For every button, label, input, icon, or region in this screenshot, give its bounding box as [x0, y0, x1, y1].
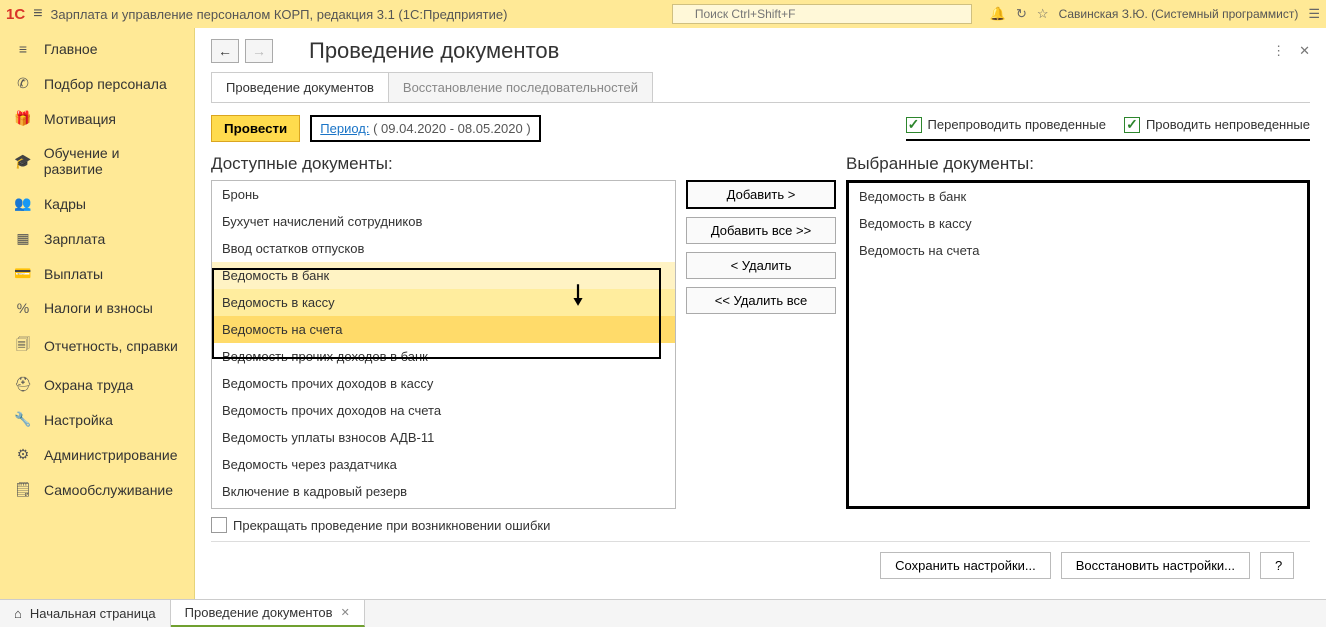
post-unposted-checkbox[interactable]: ✓ Проводить непроведенные — [1124, 117, 1310, 133]
sidebar-icon: % — [14, 300, 32, 316]
sidebar-label: Самообслуживание — [44, 482, 173, 498]
available-label: Доступные документы: — [211, 154, 676, 174]
sidebar-icon: 🔧 — [14, 411, 32, 428]
available-row[interactable]: Ведомость на счета — [212, 316, 675, 343]
sidebar-label: Кадры — [44, 196, 86, 212]
available-row[interactable]: Включение в кадровый резерв — [212, 478, 675, 505]
logo-1c: 1C — [6, 6, 25, 23]
stop-on-error-checkbox[interactable] — [211, 517, 227, 533]
save-settings-button[interactable]: Сохранить настройки... — [880, 552, 1051, 579]
sidebar-label: Охрана труда — [44, 377, 133, 393]
sidebar-item-8[interactable]: 🗐 Отчетность, справки — [0, 325, 194, 367]
sidebar-item-5[interactable]: ▦ Зарплата — [0, 221, 194, 256]
available-list[interactable]: 🠗 БроньБухучет начислений сотрудниковВво… — [211, 180, 676, 509]
sidebar-label: Выплаты — [44, 266, 103, 282]
sidebar-item-2[interactable]: 🎁 Мотивация — [0, 101, 194, 136]
sidebar-label: Настройка — [44, 412, 113, 428]
close-icon[interactable]: ✕ — [1299, 43, 1310, 59]
sidebar-label: Обучение и развитие — [44, 145, 180, 177]
available-row[interactable]: Ведомость прочих доходов в кассу — [212, 370, 675, 397]
sidebar-label: Подбор персонала — [44, 76, 167, 92]
selected-label: Выбранные документы: — [846, 154, 1310, 174]
available-row[interactable]: Ведомость уплаты взносов АДВ-11 — [212, 424, 675, 451]
tab-processing[interactable]: Проведение документов — [211, 72, 389, 102]
available-row[interactable]: Бронь — [212, 181, 675, 208]
nav-forward-button[interactable]: → — [245, 39, 273, 63]
user-label[interactable]: Савинская З.Ю. (Системный программист) — [1059, 7, 1299, 21]
available-row[interactable]: Ведомость прочих доходов в банк — [212, 343, 675, 370]
available-row[interactable]: Бухучет начислений сотрудников — [212, 208, 675, 235]
period-box[interactable]: Период: ( 09.04.2020 - 08.05.2020 ) — [310, 115, 540, 142]
selected-list[interactable]: Ведомость в банкВедомость в кассуВедомос… — [846, 180, 1310, 509]
nav-back-button[interactable]: ← — [211, 39, 239, 63]
current-tab[interactable]: Проведение документов ✕ — [171, 600, 365, 627]
home-tab[interactable]: ⌂ Начальная страница — [0, 600, 171, 627]
sidebar-label: Зарплата — [44, 231, 105, 247]
search-input[interactable] — [672, 4, 972, 24]
sidebar-item-12[interactable]: 🗒 Самообслуживание — [0, 472, 194, 507]
available-row[interactable]: Ведомость в банк — [212, 262, 675, 289]
sidebar-item-9[interactable]: ⛑ Охрана труда — [0, 367, 194, 402]
restore-settings-button[interactable]: Восстановить настройки... — [1061, 552, 1250, 579]
available-row[interactable]: Ведомость в кассу — [212, 289, 675, 316]
home-icon: ⌂ — [14, 606, 22, 621]
sidebar-item-10[interactable]: 🔧 Настройка — [0, 402, 194, 437]
sidebar-item-4[interactable]: 👥 Кадры — [0, 186, 194, 221]
sidebar-icon: 🎓 — [14, 153, 32, 170]
selected-row[interactable]: Ведомость в банк — [849, 183, 1307, 210]
sidebar-item-0[interactable]: ≡ Главное — [0, 32, 194, 66]
sidebar-icon: ⚙ — [14, 446, 32, 463]
add-button[interactable]: Добавить > — [686, 180, 836, 209]
check-icon: ✓ — [906, 117, 922, 133]
add-all-button[interactable]: Добавить все >> — [686, 217, 836, 244]
sidebar-icon: 💳 — [14, 265, 32, 282]
sidebar-item-6[interactable]: 💳 Выплаты — [0, 256, 194, 291]
remove-all-button[interactable]: << Удалить все — [686, 287, 836, 314]
more-icon[interactable]: ⋮ — [1272, 43, 1285, 59]
star-icon[interactable]: ☆ — [1037, 6, 1049, 22]
app-title: Зарплата и управление персоналом КОРП, р… — [51, 7, 508, 22]
sidebar-label: Главное — [44, 41, 98, 57]
page-title: Проведение документов — [309, 38, 559, 64]
sidebar-icon: ▦ — [14, 230, 32, 247]
period-value: ( 09.04.2020 - 08.05.2020 ) — [373, 121, 531, 136]
selected-row[interactable]: Ведомость на счета — [849, 237, 1307, 264]
help-button[interactable]: ? — [1260, 552, 1294, 579]
available-row[interactable]: Ведомость через раздатчика — [212, 451, 675, 478]
sidebar-label: Отчетность, справки — [44, 338, 178, 354]
hamburger-icon[interactable]: ≡ — [33, 5, 42, 23]
sidebar-item-1[interactable]: ✆ Подбор персонала — [0, 66, 194, 101]
sidebar-icon: 🗒 — [14, 481, 32, 498]
sidebar-icon: 👥 — [14, 195, 32, 212]
menu-filter-icon[interactable]: ☰ — [1308, 6, 1320, 22]
sidebar-icon: ✆ — [14, 75, 32, 92]
remove-button[interactable]: < Удалить — [686, 252, 836, 279]
check-icon: ✓ — [1124, 117, 1140, 133]
tab-sequences[interactable]: Восстановление последовательностей — [389, 72, 653, 102]
available-row[interactable]: Ввод остатков отпусков — [212, 235, 675, 262]
bell-icon[interactable]: 🔔 — [990, 6, 1006, 22]
selected-row[interactable]: Ведомость в кассу — [849, 210, 1307, 237]
sidebar-icon: ⛑ — [14, 376, 32, 393]
sidebar-item-7[interactable]: % Налоги и взносы — [0, 291, 194, 325]
repost-checkbox[interactable]: ✓ Перепроводить проведенные — [906, 117, 1106, 133]
sidebar-label: Мотивация — [44, 111, 116, 127]
stop-on-error-label: Прекращать проведение при возникновении … — [233, 518, 550, 533]
sidebar-icon: ≡ — [14, 41, 32, 57]
close-tab-icon[interactable]: ✕ — [341, 606, 350, 619]
available-row[interactable]: Ведомость прочих доходов на счета — [212, 397, 675, 424]
sidebar-icon: 🎁 — [14, 110, 32, 127]
sidebar-label: Администрирование — [44, 447, 178, 463]
sidebar-item-3[interactable]: 🎓 Обучение и развитие — [0, 136, 194, 186]
execute-button[interactable]: Провести — [211, 115, 300, 142]
sidebar-label: Налоги и взносы — [44, 300, 153, 316]
history-icon[interactable]: ↻ — [1016, 6, 1027, 22]
sidebar-icon: 🗐 — [14, 334, 32, 358]
sidebar-item-11[interactable]: ⚙ Администрирование — [0, 437, 194, 472]
period-link[interactable]: Период: — [320, 121, 369, 136]
